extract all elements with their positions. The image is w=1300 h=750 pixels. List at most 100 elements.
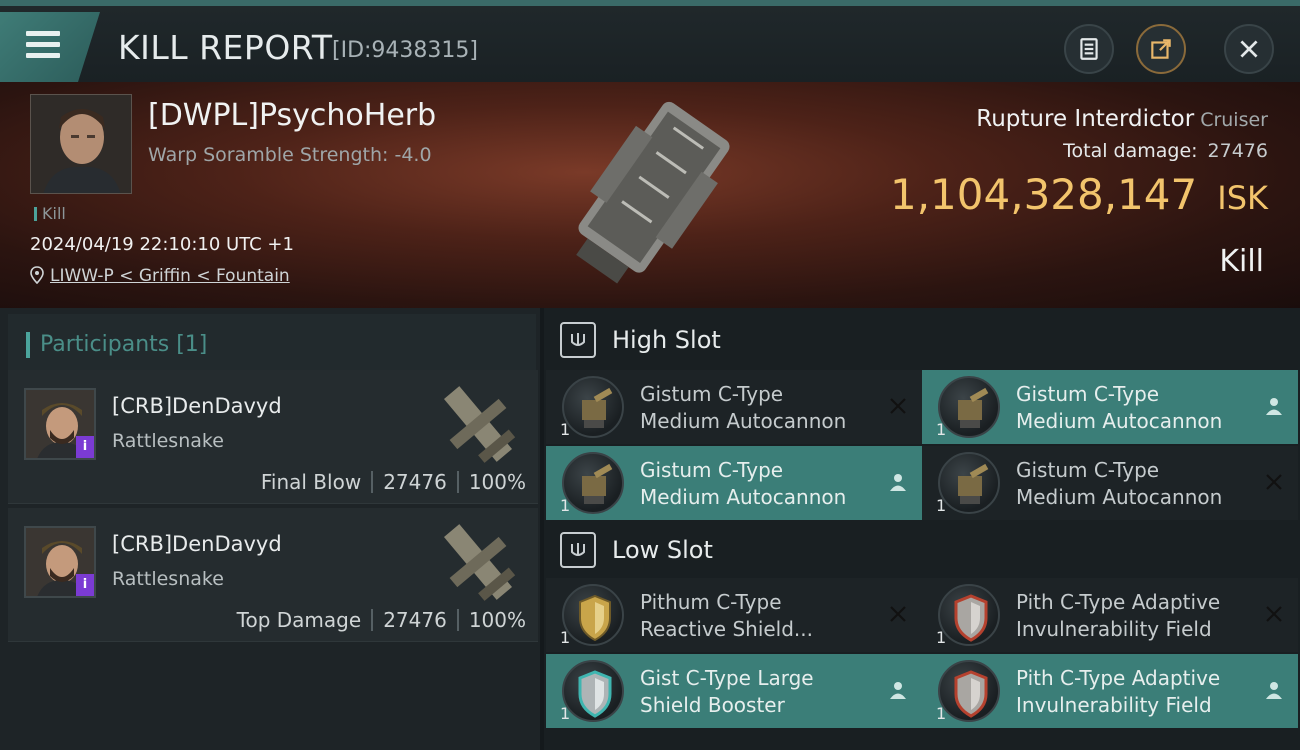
module-name-line1: Gistum C-Type (640, 382, 784, 406)
victim-ship-line[interactable]: Rupture Interdictor Cruiser (976, 106, 1268, 132)
participants-title: Participants [1] (40, 332, 208, 357)
ship-name: Rupture Interdictor (976, 106, 1195, 132)
autocannon-icon (938, 452, 1000, 514)
hamburger-icon (26, 31, 60, 59)
kill-type-tag: Kill (34, 204, 66, 223)
divider (371, 471, 374, 493)
person-icon[interactable] (1262, 394, 1286, 418)
module-qty: 1 (936, 628, 947, 647)
shield-icon (562, 660, 624, 722)
high-slot-label: High Slot (612, 326, 721, 354)
isk-value: 1,104,328,147 (889, 170, 1198, 219)
close-icon[interactable] (886, 394, 910, 418)
module-name-line2: Reactive Shield... (640, 617, 814, 641)
participant-damage: 27476 (383, 608, 447, 632)
participant-damage: 27476 (383, 470, 447, 494)
isk-value-line: 1,104,328,147 ISK (890, 170, 1268, 219)
module-qty: 1 (560, 704, 571, 723)
menu-button[interactable] (0, 12, 100, 82)
fitting-panel: High Slot 1 Gistum C-Type Medium Autocan… (544, 308, 1300, 750)
autocannon-icon (562, 376, 624, 438)
header-accent-bar (26, 332, 30, 358)
module-qty: 1 (936, 704, 947, 723)
module-name-line2: Shield Booster (640, 693, 785, 717)
participant-name[interactable]: [CRB]DenDavyd (112, 532, 282, 556)
participant-row[interactable]: i [CRB]DenDavyd Rattlesnake Final Blow 27… (8, 370, 538, 504)
participant-avatar[interactable]: i (24, 388, 96, 460)
shield-icon (938, 584, 1000, 646)
victim-portrait[interactable] (30, 94, 132, 194)
result-label: Kill (1219, 244, 1264, 279)
participant-percent: 100% (468, 470, 526, 494)
victim-name[interactable]: [DWPL]PsychoHerb (148, 98, 436, 133)
module-item[interactable]: 1 Pith C-Type Adaptive Invulnerability F… (922, 654, 1298, 728)
module-qty: 1 (560, 628, 571, 647)
module-item[interactable]: 1 Gistum C-Type Medium Autocannon (546, 370, 922, 444)
location-text: LIWW-P < Griffin < Fountain (50, 266, 290, 286)
shield-icon (938, 660, 1000, 722)
participant-stats: Final Blow 27476 100% (261, 470, 526, 494)
autocannon-icon (938, 376, 1000, 438)
victim-banner: [DWPL]PsychoHerb Warp Soramble Strength:… (0, 82, 1300, 308)
module-name-line1: Gistum C-Type (640, 458, 784, 482)
participant-avatar[interactable]: i (24, 526, 96, 598)
module-name-line2: Medium Autocannon (1016, 485, 1223, 509)
low-slot-label: Low Slot (612, 536, 713, 564)
low-slot-header: Low Slot (544, 520, 1300, 580)
clipboard-button[interactable] (1064, 24, 1114, 74)
module-item[interactable]: 1 Gist C-Type Large Shield Booster (546, 654, 922, 728)
participant-percent: 100% (468, 608, 526, 632)
module-item[interactable]: 1 Gistum C-Type Medium Autocannon (922, 370, 1298, 444)
module-name-line2: Medium Autocannon (640, 485, 847, 509)
share-button[interactable] (1136, 24, 1186, 74)
rank-badge: i (76, 574, 94, 596)
module-name-line1: Gistum C-Type (1016, 382, 1160, 406)
module-item[interactable]: 1 Pith C-Type Adaptive Invulnerability F… (922, 578, 1298, 652)
module-name-line1: Pith C-Type Adaptive (1016, 590, 1221, 614)
module-name-line1: Gistum C-Type (1016, 458, 1160, 482)
module-name-line2: Medium Autocannon (1016, 409, 1223, 433)
high-slot-header: High Slot (544, 310, 1300, 370)
module-qty: 1 (560, 420, 571, 439)
module-item[interactable]: 1 Gistum C-Type Medium Autocannon (546, 446, 922, 520)
module-name-line1: Pithum C-Type (640, 590, 782, 614)
top-bar: KILL REPORT [ID:9438315] (0, 0, 1300, 82)
module-item[interactable]: 1 Gistum C-Type Medium Autocannon (922, 446, 1298, 520)
participant-role: Final Blow (260, 470, 362, 494)
participants-panel: Participants [1] i [CRB]DenDavyd Rattles… (0, 308, 540, 750)
share-icon (1151, 39, 1171, 59)
low-slot-icon (560, 532, 596, 568)
person-icon[interactable] (1262, 678, 1286, 702)
divider (456, 609, 459, 631)
module-qty: 1 (560, 496, 571, 515)
close-icon[interactable] (886, 602, 910, 626)
kill-location-link[interactable]: LIWW-P < Griffin < Fountain (30, 266, 290, 286)
divider (371, 609, 374, 631)
module-name-line2: Invulnerability Field (1016, 693, 1212, 717)
close-icon (1240, 40, 1258, 58)
close-icon[interactable] (1262, 470, 1286, 494)
close-button[interactable] (1224, 24, 1274, 74)
participant-row[interactable]: i [CRB]DenDavyd Rattlesnake Top Damage 27… (8, 508, 538, 642)
total-damage-value: 27476 (1207, 140, 1268, 162)
ship-class: Cruiser (1200, 109, 1268, 131)
module-item[interactable]: 1 Pithum C-Type Reactive Shield... (546, 578, 922, 652)
module-qty: 1 (936, 420, 947, 439)
module-name-line2: Medium Autocannon (640, 409, 847, 433)
clipboard-icon (1080, 38, 1098, 60)
module-name-line2: Invulnerability Field (1016, 617, 1212, 641)
page-title: KILL REPORT (118, 28, 333, 67)
victim-ship-image (576, 101, 730, 284)
participant-stats: Top Damage 27476 100% (237, 608, 526, 632)
participant-ship-image (443, 524, 516, 601)
participants-header: Participants [1] (8, 314, 536, 372)
close-icon[interactable] (1262, 602, 1286, 626)
participant-name[interactable]: [CRB]DenDavyd (112, 394, 282, 418)
participant-role: Top Damage (236, 608, 362, 632)
report-id[interactable]: [ID:9438315] (332, 38, 478, 63)
kill-datetime: 2024/04/19 22:10:10 UTC +1 (30, 234, 294, 255)
person-icon[interactable] (886, 678, 910, 702)
person-icon[interactable] (886, 470, 910, 494)
module-qty: 1 (936, 496, 947, 515)
participant-ship: Rattlesnake (112, 568, 224, 590)
